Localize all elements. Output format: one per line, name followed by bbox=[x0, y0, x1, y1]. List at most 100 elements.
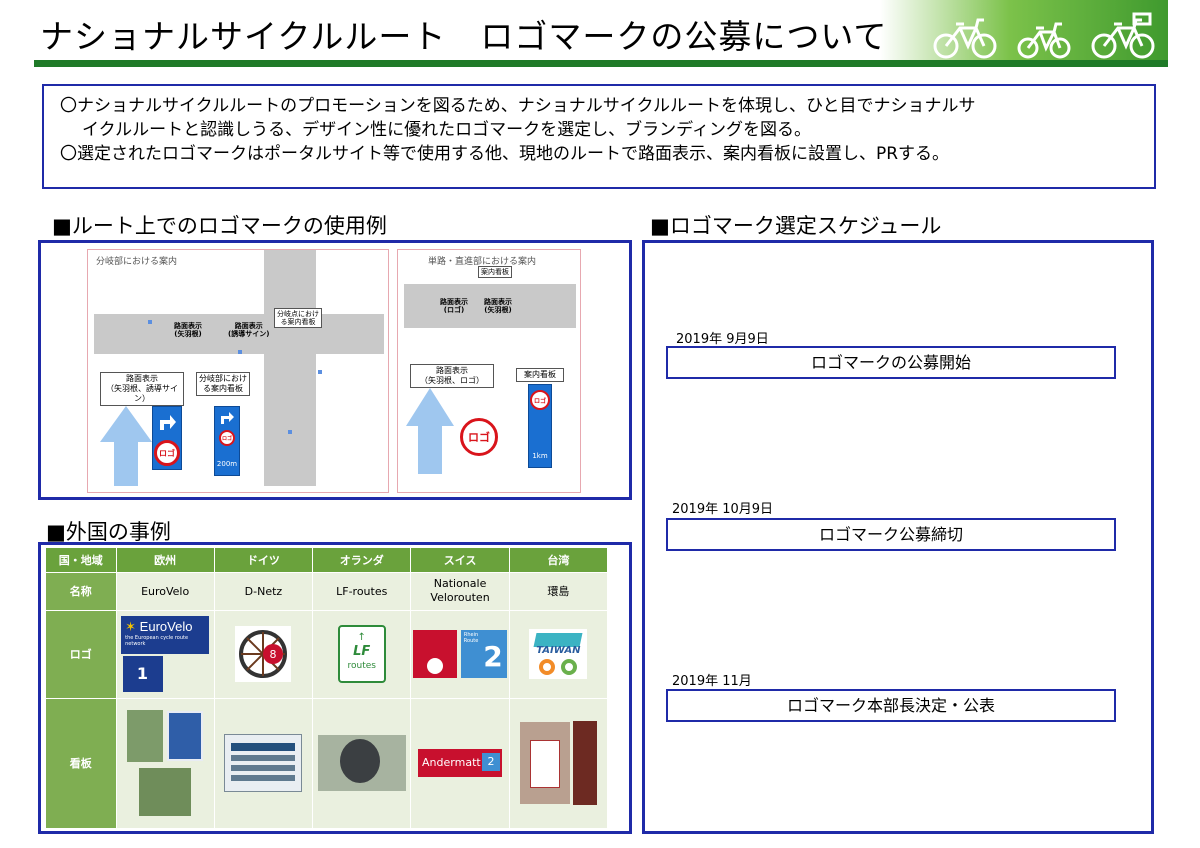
taiwan-logo-cell: TAIWAN bbox=[509, 610, 609, 699]
branch-label-sign: 分岐部におけ る案内看板 bbox=[196, 372, 250, 396]
table-cell: 環島 bbox=[509, 572, 609, 611]
table-row: 看板 Andermatt 2 bbox=[46, 698, 609, 829]
branch-junction-note: 分岐点におけ る案内看板 bbox=[274, 308, 322, 328]
lf-routes-logo: ↑ LF routes bbox=[337, 625, 386, 683]
schedule-date-3: 2019年 11月 bbox=[672, 674, 752, 689]
dnetz-number: 8 bbox=[270, 648, 277, 661]
table-cell: D-Netz bbox=[214, 572, 314, 611]
table-header-row: 国・地域 欧州 ドイツ オランダ スイス 台湾 bbox=[46, 548, 609, 573]
intro-line-1: 〇ナショナルサイクルルートのプロモーションを図るため、ナショナルサイクルルートを… bbox=[60, 96, 976, 116]
header-cell: 台湾 bbox=[509, 548, 609, 573]
branch-label-road: 路面表示 （矢羽根、誘導サイン） bbox=[100, 372, 184, 406]
straight-road-mark-2: 路面表示 (矢羽根) bbox=[484, 298, 512, 314]
schedule-date-2: 2019年 10月9日 bbox=[672, 502, 774, 517]
swiss-sign-place: Andermatt bbox=[422, 756, 481, 769]
branch-guide-logo: ロゴ bbox=[219, 430, 235, 446]
table-row: 名称 EuroVelo D-Netz LF-routes Nationale V… bbox=[46, 572, 609, 611]
straight-label-sign: 案内看板 bbox=[516, 368, 564, 382]
dnetz-logo-cell: 8 bbox=[214, 610, 314, 699]
marker-dot bbox=[288, 430, 292, 434]
taiwan-logo: TAIWAN bbox=[529, 629, 588, 679]
straight-label-road: 路面表示 （矢羽根、ロゴ） bbox=[410, 364, 494, 388]
intro-box: 〇ナショナルサイクルルートのプロモーションを図るため、ナショナルサイクルルートを… bbox=[42, 84, 1156, 189]
lf-text: LF bbox=[353, 644, 371, 659]
table-cell: LF-routes bbox=[312, 572, 412, 611]
intro-line-3: 〇選定されたロゴマークはポータルサイト等で使用する他、現地のルートで路面表示、案… bbox=[60, 144, 950, 164]
taiwan-sign-photo bbox=[519, 722, 570, 804]
marker-dot bbox=[238, 350, 242, 354]
branch-diagram: 分岐部における案内 路面表示 (矢羽根) 路面表示 (誘導サイン) 分岐点におけ… bbox=[87, 249, 389, 493]
eurovelo-text: EuroVelo bbox=[139, 619, 193, 634]
straight-sign-note: 案内看板 bbox=[478, 266, 512, 278]
lf-routes-text: routes bbox=[347, 661, 376, 671]
header-cell: ドイツ bbox=[214, 548, 314, 573]
dnetz-sign-cell bbox=[214, 698, 314, 829]
schedule-date-1: 2019年 9月9日 bbox=[676, 332, 769, 347]
swiss-logo-cell: Rhein Route 2 bbox=[410, 610, 510, 699]
header-cell: 欧州 bbox=[116, 548, 215, 573]
swiss-cross-icon bbox=[427, 658, 444, 674]
header-cell: 国・地域 bbox=[46, 548, 117, 573]
schedule-item-2: ロゴマーク公募締切 bbox=[666, 518, 1116, 551]
marker-dot bbox=[148, 320, 152, 324]
lf-logo-cell: ↑ LF routes bbox=[312, 610, 412, 699]
row-label: 看板 bbox=[46, 698, 117, 829]
bicycle-icons bbox=[933, 12, 1155, 59]
eurovelo-logo: ✶ EuroVelo the European cycle route netw… bbox=[121, 616, 210, 654]
marker-dot bbox=[318, 370, 322, 374]
up-arrow-icon: ↑ bbox=[357, 632, 366, 643]
dnetz-sign-photo bbox=[224, 734, 303, 792]
swiss-sign-cell: Andermatt 2 bbox=[410, 698, 510, 829]
straight-road-mark-1: 路面表示 (ロゴ) bbox=[440, 298, 468, 314]
swiss-logo-red bbox=[413, 630, 458, 678]
straight-logo-circle: ロゴ bbox=[460, 418, 498, 456]
title-rule bbox=[34, 60, 1168, 67]
road-arrow-large-icon bbox=[406, 388, 454, 474]
schedule-heading: ■ロゴマーク選定スケジュール bbox=[650, 214, 942, 238]
branch-road-mark-1: 路面表示 (矢羽根) bbox=[174, 322, 202, 338]
schedule-item-1: ロゴマークの公募開始 bbox=[666, 346, 1116, 379]
branch-distance: 200m bbox=[216, 460, 238, 468]
wheel-icon bbox=[561, 659, 578, 675]
eurovelo-logo-cell: ✶ EuroVelo the European cycle route netw… bbox=[116, 610, 215, 699]
lf-sign-photo bbox=[317, 735, 406, 791]
header-cell: オランダ bbox=[312, 548, 412, 573]
eurovelo-sign-photo-2 bbox=[139, 768, 192, 816]
branch-road-mark-2: 路面表示 (誘導サイン) bbox=[228, 322, 270, 338]
eurovelo-route-sign: 1 bbox=[122, 656, 163, 692]
taiwan-sign-cell bbox=[509, 698, 609, 829]
dnetz-wheel-logo: 8 bbox=[235, 626, 292, 682]
swiss-route-sign: Rhein Route 2 bbox=[460, 630, 507, 678]
turn-arrow-icon bbox=[160, 415, 176, 430]
eurovelo-sign-cell bbox=[116, 698, 215, 829]
lf-sign-cell bbox=[312, 698, 412, 829]
table-cell: EuroVelo bbox=[116, 572, 215, 611]
foreign-table: 国・地域 欧州 ドイツ オランダ スイス 台湾 名称 EuroVelo D-Ne… bbox=[46, 548, 609, 829]
straight-diagram: 単路・直進部における案内 案内看板 路面表示 (ロゴ) 路面表示 (矢羽根) 路… bbox=[397, 249, 581, 493]
eurovelo-star-icon: ✶ bbox=[125, 619, 137, 634]
eurovelo-subtitle: the European cycle route network bbox=[125, 635, 189, 647]
swiss-route-number: 2 bbox=[483, 640, 503, 673]
table-cell: Nationale Velorouten bbox=[410, 572, 510, 611]
branch-caption: 分岐部における案内 bbox=[96, 257, 178, 267]
eurovelo-sign-panel bbox=[166, 711, 203, 761]
road-arrow-icon bbox=[100, 406, 152, 486]
table-row: ロゴ ✶ EuroVelo the European cycle route n… bbox=[46, 610, 609, 699]
taiwan-sign-post bbox=[573, 721, 598, 805]
schedule-item-3: ロゴマーク本部長決定・公表 bbox=[666, 689, 1116, 722]
row-label: ロゴ bbox=[46, 610, 117, 699]
wheel-icon bbox=[539, 659, 556, 675]
eurovelo-sign-photo bbox=[127, 710, 164, 762]
swiss-sign-number: 2 bbox=[482, 753, 501, 771]
usage-heading: ■ルート上でのロゴマークの使用例 bbox=[52, 214, 387, 238]
straight-distance: 1km bbox=[532, 452, 548, 460]
road-vertical bbox=[264, 250, 316, 486]
usage-box: 分岐部における案内 路面表示 (矢羽根) 路面表示 (誘導サイン) 分岐点におけ… bbox=[38, 240, 632, 500]
taiwan-logo-text: TAIWAN bbox=[536, 645, 581, 656]
page-title: ナショナルサイクルルート ロゴマークの公募について bbox=[40, 17, 888, 56]
row-label: 名称 bbox=[46, 572, 117, 611]
branch-logo-circle: ロゴ bbox=[154, 440, 180, 466]
swiss-route-text: Rhein Route bbox=[463, 632, 479, 644]
swiss-sign-photo: Andermatt 2 bbox=[418, 749, 503, 777]
intro-line-2: イクルルートと認識しうる、デザイン性に優れたロゴマークを選定し、ブランディングを… bbox=[82, 120, 811, 140]
